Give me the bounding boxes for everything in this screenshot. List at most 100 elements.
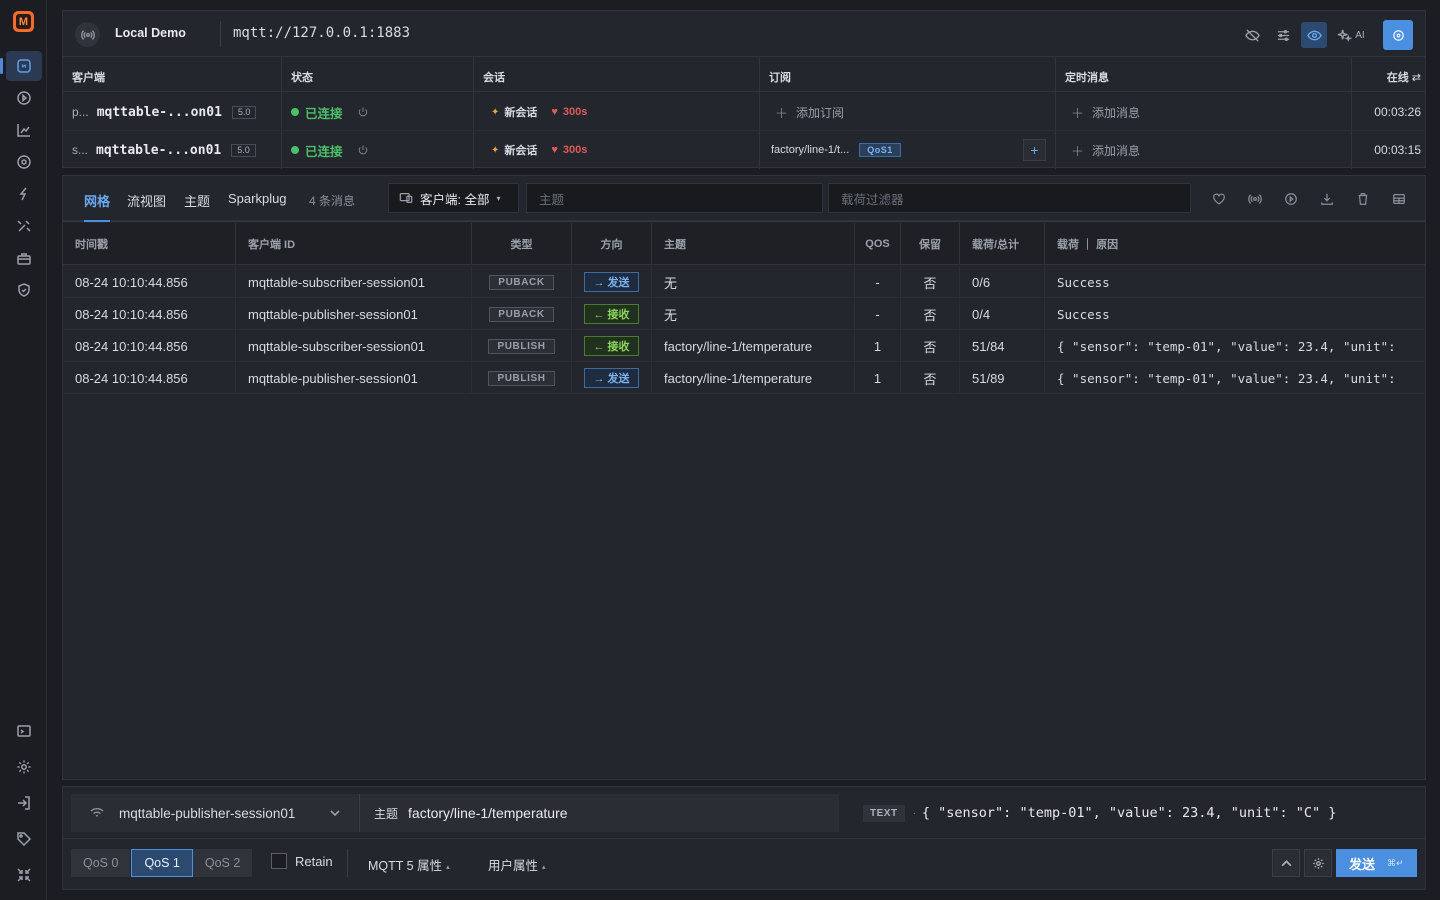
cell-retain: 否 bbox=[901, 266, 960, 298]
sidebar-item-charts[interactable] bbox=[6, 115, 42, 145]
send-button[interactable]: 发送 ⌘↵ bbox=[1336, 849, 1417, 877]
broadcast-button[interactable] bbox=[1243, 187, 1267, 211]
add-scheduled-link[interactable]: ＋添加消息 bbox=[1071, 141, 1140, 160]
filter-settings-button[interactable] bbox=[1270, 22, 1296, 48]
sidebar-item-toolbox[interactable] bbox=[6, 243, 42, 273]
qos-0-button[interactable]: QoS 0 bbox=[71, 849, 132, 877]
col-retain[interactable]: 保留 bbox=[901, 223, 960, 265]
user-properties-link[interactable]: 用户属性 ▴ bbox=[488, 855, 546, 874]
col-size[interactable]: 载荷/总计 bbox=[960, 223, 1045, 265]
replay-button[interactable] bbox=[1279, 187, 1303, 211]
auto-publish-button[interactable] bbox=[1304, 849, 1332, 877]
payload-editor[interactable]: TEXT · { "sensor": "temp-01", "value": 2… bbox=[863, 794, 1336, 832]
messages-panel: 网格 流视图 主题 Sparkplug 4 条消息 客户端: 全部 ▾ 主题 载… bbox=[62, 175, 1426, 780]
connect-toggle-button[interactable] bbox=[1383, 20, 1413, 50]
mqtt5-properties-link[interactable]: MQTT 5 属性 ▴ bbox=[368, 855, 450, 874]
cell-topic: 无 bbox=[652, 298, 855, 330]
view-toggle-button[interactable] bbox=[1301, 22, 1327, 48]
add-subscription-button[interactable]: + bbox=[1023, 139, 1046, 161]
message-row[interactable]: 08-24 10:10:44.856 mqttable-publisher-ses… bbox=[63, 362, 1425, 394]
hide-button[interactable] bbox=[1239, 22, 1265, 48]
messages-tools bbox=[1207, 187, 1411, 211]
col-client-id[interactable]: 客户端 ID bbox=[236, 223, 472, 265]
cell-size: 0/6 bbox=[960, 266, 1045, 298]
col-online[interactable]: 在线 ⇄ bbox=[1387, 69, 1421, 85]
export-button[interactable] bbox=[1315, 187, 1339, 211]
col-direction[interactable]: 方向 bbox=[572, 223, 652, 265]
heartbeat-filter-button[interactable] bbox=[1207, 187, 1231, 211]
col-type[interactable]: 类型 bbox=[472, 223, 572, 265]
direction-receive-badge: ← 接收 bbox=[584, 304, 639, 324]
sidebar-item-tags[interactable] bbox=[6, 824, 42, 854]
client-name: mqttable-...on01 bbox=[96, 142, 222, 158]
cell-retain: 否 bbox=[901, 330, 960, 362]
tab-flow[interactable]: 流视图 bbox=[127, 191, 166, 210]
clear-button[interactable] bbox=[1351, 187, 1375, 211]
col-timestamp[interactable]: 时间戳 bbox=[63, 223, 236, 265]
divider bbox=[220, 21, 221, 47]
cell-qos: 1 bbox=[855, 330, 901, 362]
qos-1-button[interactable]: QoS 1 bbox=[131, 849, 193, 877]
message-row[interactable]: 08-24 10:10:44.856 mqttable-subscriber-se… bbox=[63, 330, 1425, 362]
cell-direction: ← 接收 bbox=[572, 330, 652, 362]
direction-receive-badge: ← 接收 bbox=[584, 336, 639, 356]
payload-format-badge[interactable]: TEXT bbox=[863, 804, 905, 822]
plus-icon: ＋ bbox=[1071, 143, 1085, 159]
sidebar-item-collapse[interactable] bbox=[6, 860, 42, 890]
cell-qos: - bbox=[855, 298, 901, 330]
sidebar-item-tools[interactable] bbox=[6, 211, 42, 241]
sidebar-item-settings[interactable] bbox=[6, 752, 42, 782]
sidebar-item-broker[interactable] bbox=[6, 147, 42, 177]
sidebar-item-connections[interactable] bbox=[0, 51, 42, 81]
add-subscription-link[interactable]: ＋添加订阅 bbox=[775, 103, 844, 122]
client-row[interactable]: s... mqttable-...on01 5.0 已连接 ✦ 新会话 ♥ 300s… bbox=[63, 131, 1425, 169]
cell-qos: 1 bbox=[855, 362, 901, 394]
power-icon[interactable] bbox=[357, 144, 369, 156]
app-logo: M bbox=[13, 11, 34, 32]
client-filter-select[interactable]: 客户端: 全部 ▾ bbox=[388, 183, 519, 213]
session-chip: ✦ 新会话 bbox=[491, 144, 538, 158]
message-row[interactable]: 08-24 10:10:44.856 mqttable-publisher-ses… bbox=[63, 298, 1425, 330]
gear-icon bbox=[1312, 857, 1324, 869]
sidebar-item-security[interactable] bbox=[6, 275, 42, 305]
history-up-button[interactable] bbox=[1272, 849, 1300, 877]
payload-filter-input[interactable]: 载荷过滤器 bbox=[828, 183, 1191, 213]
shield-icon bbox=[18, 283, 30, 297]
col-topic[interactable]: 主题 bbox=[652, 223, 855, 265]
message-row[interactable]: 08-24 10:10:44.856 mqttable-subscriber-se… bbox=[63, 266, 1425, 298]
publisher-client-select[interactable]: mqttable-publisher-session01 bbox=[71, 794, 359, 832]
retain-toggle[interactable]: Retain bbox=[271, 853, 333, 869]
ai-button[interactable]: AI bbox=[1332, 22, 1370, 48]
tab-sparkplug[interactable]: Sparkplug bbox=[228, 191, 287, 206]
col-payload[interactable]: 载荷 ｜ 原因 bbox=[1045, 223, 1425, 265]
col-qos[interactable]: QOS bbox=[855, 223, 901, 265]
heart-icon: ♥ bbox=[551, 106, 558, 118]
tab-grid[interactable]: 网格 bbox=[84, 191, 111, 222]
qos-selector: QoS 0 QoS 1 QoS 2 bbox=[71, 849, 254, 877]
messages-toolbar: 网格 流视图 主题 Sparkplug 4 条消息 客户端: 全部 ▾ 主题 载… bbox=[63, 176, 1425, 222]
retain-checkbox[interactable] bbox=[271, 853, 287, 869]
cell-timestamp: 08-24 10:10:44.856 bbox=[63, 298, 236, 330]
sidebar-item-terminal[interactable] bbox=[6, 716, 42, 746]
cell-payload: Success bbox=[1057, 306, 1110, 322]
cell-retain: 否 bbox=[901, 362, 960, 394]
eye-off-icon bbox=[1244, 28, 1260, 42]
topic-filter-input[interactable]: 主题 bbox=[526, 183, 823, 213]
sidebar-item-login[interactable] bbox=[6, 788, 42, 818]
columns-button[interactable] bbox=[1387, 187, 1411, 211]
direction-send-badge: → 发送 bbox=[584, 368, 639, 388]
sidebar-item-scripts[interactable] bbox=[6, 179, 42, 209]
sidebar-item-playback[interactable] bbox=[6, 83, 42, 113]
power-icon[interactable] bbox=[357, 106, 369, 118]
publish-topic-input[interactable]: 主题 factory/line-1/temperature bbox=[359, 794, 839, 832]
subscription-topic[interactable]: factory/line-1/t... bbox=[771, 144, 849, 156]
expiry-chip: ♥ 300s bbox=[551, 106, 588, 118]
cell-client-id: mqttable-subscriber-session01 bbox=[236, 266, 472, 298]
record-icon bbox=[1392, 29, 1404, 41]
cell-size: 51/84 bbox=[960, 330, 1045, 362]
add-scheduled-link[interactable]: ＋添加消息 bbox=[1071, 103, 1140, 122]
tag-icon bbox=[17, 832, 32, 847]
tab-topics[interactable]: 主题 bbox=[184, 191, 210, 210]
client-row[interactable]: p... mqttable-...on01 5.0 已连接 ✦ 新会话 ♥ 300s… bbox=[63, 93, 1425, 131]
qos-2-button[interactable]: QoS 2 bbox=[192, 849, 254, 877]
